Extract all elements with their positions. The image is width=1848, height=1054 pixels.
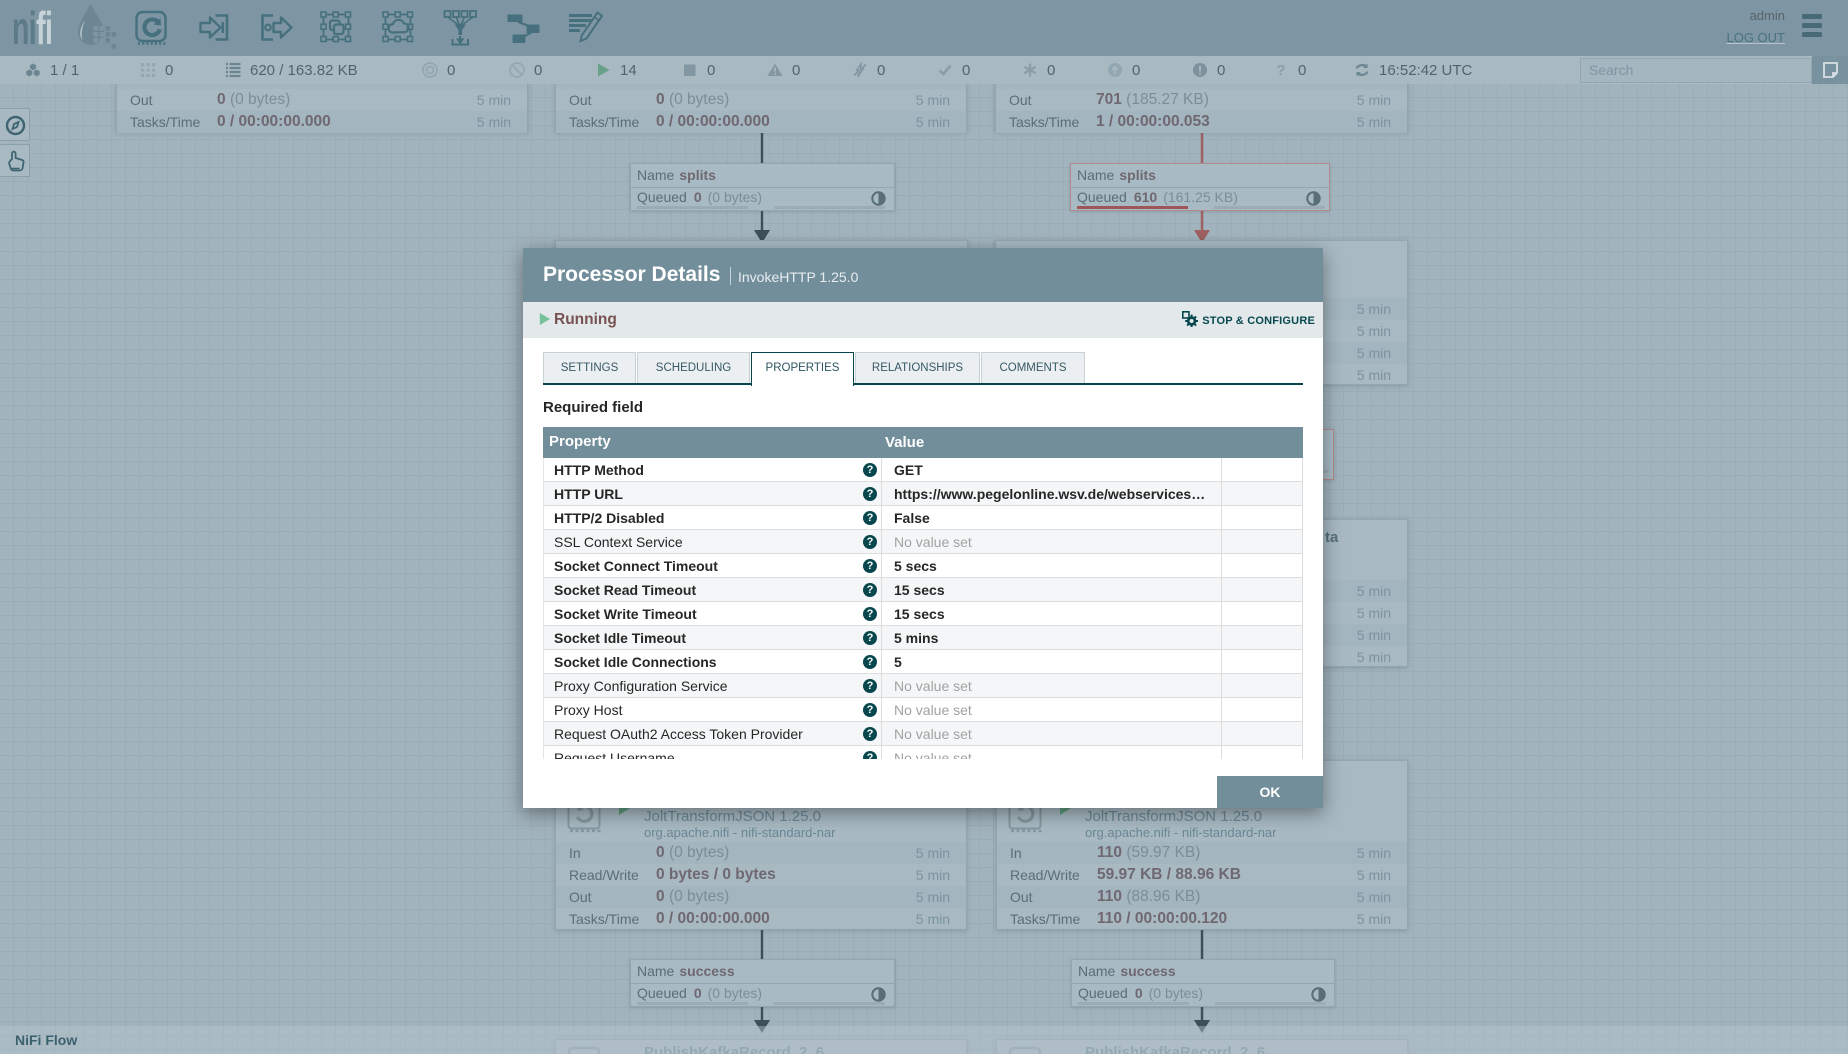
svg-text:?: ?: [1276, 62, 1285, 79]
